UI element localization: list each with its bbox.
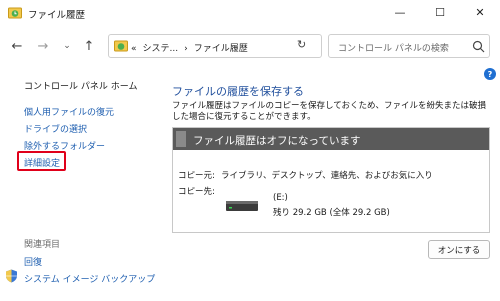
maximize-button[interactable]: ☐ — [420, 0, 460, 24]
drive-icon — [226, 201, 258, 211]
back-button[interactable]: ← — [8, 37, 26, 55]
recent-locations-chevron-icon[interactable]: ⌄ — [58, 37, 76, 55]
breadcrumb-separator[interactable]: › — [184, 44, 188, 54]
search-input[interactable]: コントロール パネルの検索 — [328, 34, 490, 58]
search-placeholder: コントロール パネルの検索 — [338, 44, 449, 54]
status-header: ファイル履歴はオフになっています — [173, 128, 489, 150]
related-heading: 関連項目 — [24, 240, 61, 250]
title-bar: ファイル履歴 — ☐ ✕ — [0, 0, 500, 26]
breadcrumb-system[interactable]: システ... — [143, 44, 179, 54]
breadcrumb-overflow[interactable]: « — [131, 44, 137, 54]
copy-from-label: コピー元: — [178, 171, 215, 181]
page-title: ファイルの履歴を保存する — [172, 85, 304, 98]
copy-to-label: コピー先: — [178, 187, 215, 197]
forward-button[interactable]: → — [34, 37, 52, 55]
drive-name: (E:) — [273, 193, 288, 203]
window-title: ファイル履歴 — [28, 10, 86, 21]
highlight-box — [17, 151, 66, 171]
navigation-bar: ← → ⌄ ↑ «システ...›ファイル履歴 ⌄ ↻ コントロール パネルの検索 — [0, 30, 500, 62]
refresh-icon[interactable]: ↻ — [297, 38, 306, 51]
drive-space: 残り 29.2 GB (全体 29.2 GB) — [273, 208, 390, 218]
shield-icon — [6, 269, 17, 283]
sidebar-item-system-image-backup[interactable]: システム イメージ バックアップ — [24, 272, 155, 285]
sidebar-item-recovery[interactable]: 回復 — [24, 255, 42, 268]
file-history-app-icon — [8, 7, 22, 19]
breadcrumb: « システ... › ファイル履歴 — [131, 41, 254, 54]
sidebar-item-select-drive[interactable]: ドライブの選択 — [24, 122, 87, 135]
up-button[interactable]: ↑ — [80, 37, 98, 55]
sidebar-item-restore-personal-files[interactable]: 個人用ファイルの復元 — [24, 105, 114, 118]
status-panel: ファイル履歴はオフになっています コピー元: ライブラリ、デスクトップ、連絡先、… — [172, 127, 490, 233]
page-description: ファイル履歴はファイルのコピーを保存しておくため、ファイルを紛失または破損した場… — [172, 101, 486, 122]
status-accent — [176, 131, 186, 147]
turn-on-button[interactable]: オンにする — [428, 240, 490, 259]
sidebar-control-panel-home[interactable]: コントロール パネル ホーム — [24, 79, 137, 92]
sidebar: コントロール パネル ホーム 個人用ファイルの復元 ドライブの選択 除外するフォ… — [0, 62, 160, 301]
help-icon[interactable]: ? — [484, 68, 496, 80]
file-history-icon — [114, 40, 128, 52]
search-icon — [472, 40, 485, 53]
breadcrumb-file-history[interactable]: ファイル履歴 — [194, 44, 248, 54]
status-text: ファイル履歴はオフになっています — [193, 135, 361, 147]
close-button[interactable]: ✕ — [460, 0, 500, 24]
copy-from-value: ライブラリ、デスクトップ、連絡先、およびお気に入り — [221, 171, 433, 181]
minimize-button[interactable]: — — [380, 0, 420, 24]
address-bar[interactable]: «システ...›ファイル履歴 ⌄ — [108, 34, 391, 58]
